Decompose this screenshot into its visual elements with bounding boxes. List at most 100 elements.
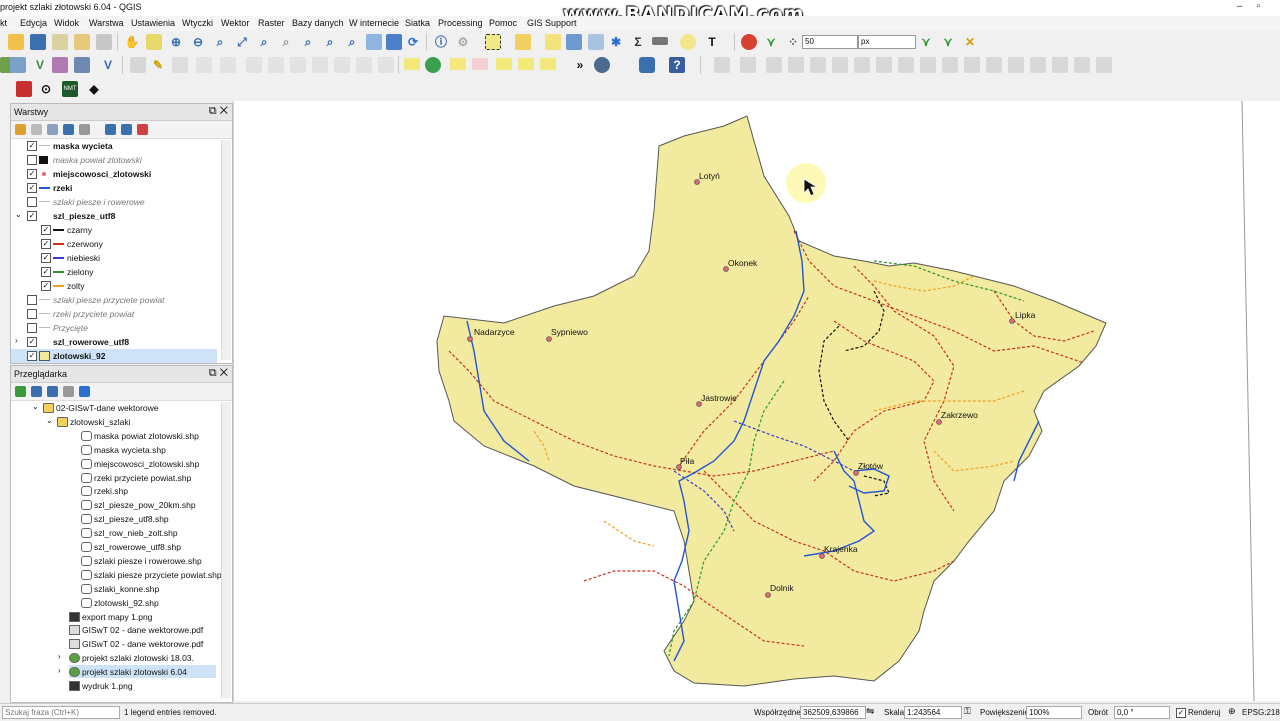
vertex-tool-icon[interactable] <box>220 57 236 73</box>
coordinate-field[interactable]: 362509,639866 <box>800 706 866 719</box>
rotate-label-icon[interactable] <box>518 58 534 70</box>
layer-visibility-checkbox[interactable]: ✓ <box>41 239 51 249</box>
layers-scrollbar[interactable] <box>221 140 231 360</box>
digitizing-tool-17-icon[interactable] <box>1074 57 1090 73</box>
layer-item[interactable]: ✓ czarny <box>11 223 217 237</box>
browser-item[interactable]: rzeki przyciete powiat.shp <box>81 471 216 484</box>
menu-siatka[interactable]: Siatka <box>405 18 430 28</box>
collapse-browser-icon[interactable] <box>63 386 74 397</box>
menu-projekt[interactable]: kt <box>0 18 7 28</box>
layer-visibility-checkbox[interactable]: ✓ <box>41 253 51 263</box>
zoom-next-icon[interactable]: ⌕ <box>344 34 360 50</box>
browser-item[interactable]: wydruk 1.png <box>69 679 216 692</box>
expand-all-icon[interactable] <box>105 124 116 135</box>
nmt-plugin-icon[interactable]: NMT <box>62 81 78 97</box>
attribute-table-icon[interactable] <box>566 34 582 50</box>
browser-item[interactable]: szlaki piesze i rowerowe.shp <box>81 554 216 567</box>
zoom-native-icon[interactable]: ⌕ <box>300 34 316 50</box>
change-label-icon[interactable] <box>540 58 556 70</box>
digitizing-tool-3-icon[interactable] <box>766 57 782 73</box>
virtual-layer-icon[interactable]: V <box>100 57 116 73</box>
snap-intersection-icon[interactable]: ✕ <box>962 34 978 50</box>
browser-item[interactable]: szl_rowerowe_utf8.shp <box>81 540 216 553</box>
digitizing-tool-10-icon[interactable] <box>920 57 936 73</box>
layer-item[interactable]: ✓ maska wycieta <box>11 139 217 153</box>
browser-item[interactable]: szl_piesze_pow_20km.shp <box>81 498 216 511</box>
layer-visibility-checkbox[interactable] <box>27 155 37 165</box>
remove-layer-icon[interactable] <box>137 124 148 135</box>
zoom-full-icon[interactable]: ⤢ <box>234 34 250 50</box>
add-raster-icon[interactable] <box>10 57 26 73</box>
menu-ustawienia[interactable]: Ustawienia <box>131 18 175 28</box>
zoom-rubber-band-icon[interactable]: ⌕ <box>212 34 228 50</box>
select-by-value-icon[interactable] <box>515 34 531 50</box>
delete-selected-icon[interactable] <box>246 57 262 73</box>
cut-features-icon[interactable] <box>268 57 284 73</box>
zoom-last-icon[interactable]: ⌕ <box>322 34 338 50</box>
layer-visibility-checkbox[interactable]: ✓ <box>27 211 37 221</box>
digitize-icon[interactable]: V <box>32 57 48 73</box>
expand-arrow-icon[interactable]: › <box>15 336 18 345</box>
python-console-icon[interactable] <box>639 57 655 73</box>
measure-icon[interactable] <box>652 37 668 45</box>
topological-editing-icon[interactable]: ⋎ <box>918 34 934 50</box>
layer-visibility-checkbox[interactable]: ✓ <box>27 169 37 179</box>
menu-bazy-danych[interactable]: Bazy danych <box>292 18 344 28</box>
coordinate-toggle-icon[interactable]: ⇋ <box>866 706 874 717</box>
save-project-icon[interactable] <box>30 34 46 50</box>
digitizing-tool-16-icon[interactable] <box>1052 57 1068 73</box>
browser-item[interactable]: szlaki_konne.shp <box>81 582 216 595</box>
layer-visibility-checkbox[interactable]: ✓ <box>41 281 51 291</box>
browser-item[interactable]: projekt szlaki zlotowski 18.03. › <box>58 651 216 664</box>
snapping-magnet-icon[interactable] <box>741 34 757 50</box>
layer-visibility-checkbox[interactable]: ✓ <box>27 351 37 361</box>
menu-warstwa[interactable]: Warstwa <box>89 18 124 28</box>
layer-visibility-checkbox[interactable]: ✓ <box>27 141 37 151</box>
deselect-all-icon[interactable] <box>545 34 561 50</box>
browser-item[interactable]: szl_piesze_utf8.shp <box>81 512 216 525</box>
layer-visibility-checkbox[interactable] <box>27 323 37 333</box>
menu-processing[interactable]: Processing <box>438 18 483 28</box>
browser-item[interactable]: maska wycieta.shp <box>81 443 216 456</box>
browser-item[interactable]: projekt szlaki zlotowski 6.04 › <box>58 665 216 679</box>
layer-item[interactable]: ✓ szl_piesze_utf8 ⌄ <box>11 209 217 223</box>
toggle-editing-icon[interactable]: ✎ <box>150 57 166 73</box>
manage-themes-icon[interactable] <box>47 124 58 135</box>
layer-item[interactable]: ✓ miejscowosci_zlotowski <box>11 167 217 181</box>
show-hide-labels-icon[interactable] <box>472 58 488 70</box>
window-controls[interactable]: –▫ <box>1237 1 1274 12</box>
panel-float-close-icon[interactable]: ⧉ ✕ <box>209 105 228 118</box>
rotation-field[interactable]: 0,0 ° <box>1114 706 1170 719</box>
browser-item[interactable]: export mapy 1.png <box>69 610 216 623</box>
open-project-icon[interactable] <box>8 34 24 50</box>
layer-item[interactable]: maska powiat zlotowski <box>11 153 217 167</box>
menu-widok[interactable]: Widok <box>54 18 79 28</box>
filter-legend-icon[interactable] <box>63 124 74 135</box>
help-icon[interactable]: ? <box>669 57 685 73</box>
pan-to-selection-icon[interactable] <box>146 34 162 50</box>
browser-item[interactable]: szl_row_nieb_zolt.shp <box>81 526 216 539</box>
zoom-to-layer-icon[interactable]: ⌕ <box>278 34 294 50</box>
new-print-layout-icon[interactable] <box>52 34 68 50</box>
open-styling-icon[interactable] <box>15 124 26 135</box>
layer-item[interactable]: ✓ zlotowski_92 <box>11 349 217 363</box>
collapse-all-icon[interactable] <box>121 124 132 135</box>
digitizing-tool-7-icon[interactable] <box>854 57 870 73</box>
browser-item[interactable]: rzeki.shp <box>81 484 216 497</box>
layout-manager-icon[interactable] <box>74 34 90 50</box>
render-checkbox[interactable]: ✓ <box>1176 708 1186 718</box>
expand-arrow-icon[interactable]: ⌄ <box>15 210 22 219</box>
redo-icon[interactable] <box>356 57 372 73</box>
browser-item[interactable]: GISwT 02 - dane wektorowe.pdf <box>69 637 216 650</box>
menu-wektor[interactable]: Wektor <box>221 18 249 28</box>
statistics-sum-icon[interactable]: Σ <box>630 34 646 50</box>
digitizing-tool-18-icon[interactable] <box>1096 57 1112 73</box>
menu-edycja[interactable]: Edycja <box>20 18 47 28</box>
layer-item[interactable]: ✓ zolty <box>11 279 217 293</box>
digitizing-tool-2-icon[interactable] <box>740 57 756 73</box>
digitizing-tool-1-icon[interactable] <box>714 57 730 73</box>
browser-item[interactable]: maska powiat zlotowski.shp <box>81 429 216 442</box>
menu-pomoc[interactable]: Pomoc <box>489 18 517 28</box>
layer-visibility-checkbox[interactable] <box>27 197 37 207</box>
snap-unit-select[interactable]: px <box>858 35 916 49</box>
